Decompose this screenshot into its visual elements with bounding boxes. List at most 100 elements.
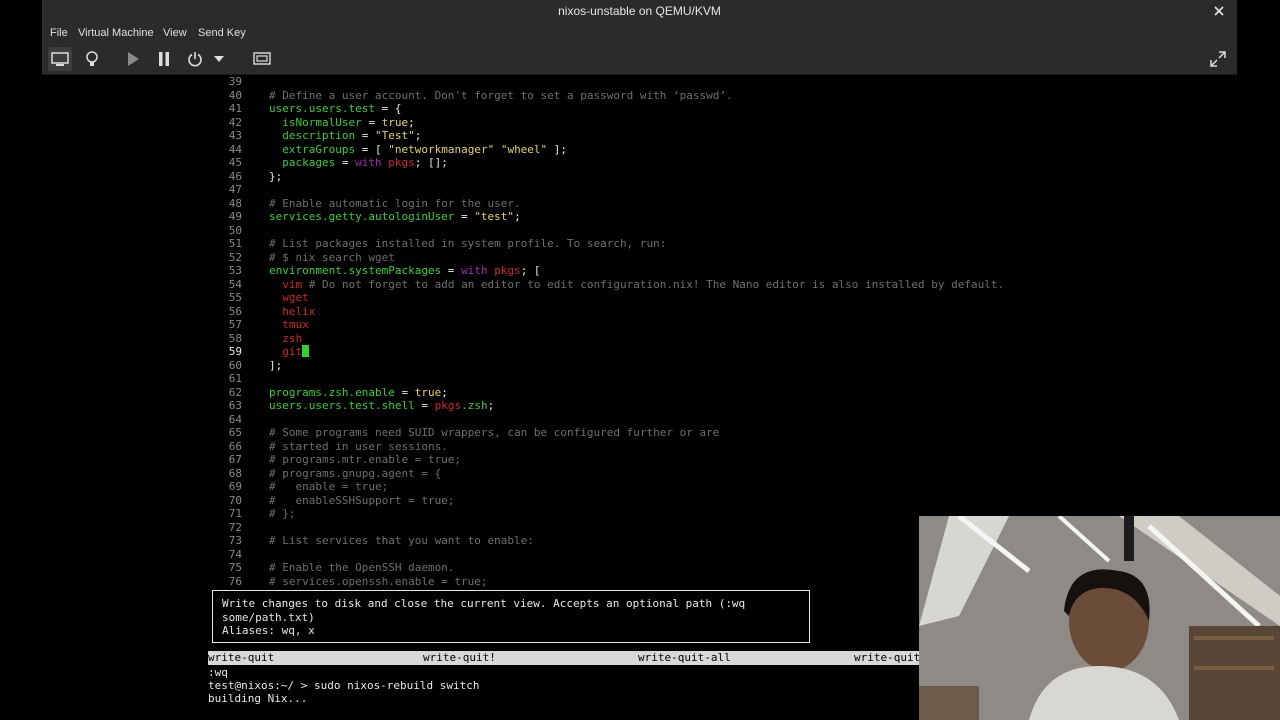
code-token: = { [374, 102, 402, 115]
code-token: }; [269, 169, 283, 183]
line-number: 63 [228, 399, 242, 412]
webcam-image [919, 516, 1280, 720]
editor-line[interactable]: 67 # programs.mtr.enable = true; [42, 453, 1237, 466]
editor-line[interactable]: 52 # $ nix search wget [42, 251, 1237, 264]
completion-item[interactable]: write-quit-all [638, 651, 731, 665]
editor-line[interactable]: 43 description = "Test"; [42, 129, 1237, 142]
line-code: # List services that you want to enable: [269, 534, 534, 547]
editor-line[interactable]: 51 # List packages installed in system pr… [42, 237, 1237, 250]
dropdown-arrow-icon[interactable] [212, 47, 226, 71]
editor-line[interactable]: 63 users.users.test.shell = pkgs.zsh; [42, 399, 1237, 412]
line-code: environment.systemPackages = with pkgs; … [269, 264, 541, 277]
code-token: vim [282, 277, 303, 291]
line-number: 43 [228, 129, 242, 142]
fullscreen-icon[interactable] [1206, 47, 1230, 71]
editor-line[interactable]: 40 # Define a user account. Don't forget … [42, 89, 1237, 102]
editor-line[interactable]: 55 wget [42, 291, 1237, 304]
text-cursor [302, 345, 310, 357]
line-number: 41 [228, 102, 242, 115]
help-text-line: some/path.txt) [222, 610, 315, 624]
line-code: helix [269, 305, 315, 318]
line-code: # services.openssh.enable = true; [269, 575, 488, 588]
editor-line[interactable]: 48 # Enable automatic login for the user. [42, 197, 1237, 210]
line-number: 47 [228, 183, 242, 196]
code-token: # Enable automatic login for the user. [269, 196, 521, 210]
completion-item[interactable]: write-quit [208, 651, 274, 665]
editor-line[interactable]: 68 # programs.gnupg.agent = { [42, 467, 1237, 480]
editor-line[interactable]: 39 [42, 75, 1237, 88]
editor-line[interactable]: 42 isNormalUser = true; [42, 116, 1237, 129]
editor-line[interactable]: 44 extraGroups = [ "networkmanager" "whe… [42, 143, 1237, 156]
code-token: ]; [269, 358, 283, 372]
editor-line[interactable]: 50 [42, 224, 1237, 237]
line-code: # Some programs need SUID wrappers, can … [269, 426, 719, 439]
code-token: = [ [355, 142, 389, 156]
line-number: 67 [228, 453, 242, 466]
editor-line[interactable]: 45 packages = with pkgs; []; [42, 156, 1237, 169]
editor-line[interactable]: 54 vim # Do not forget to add an editor … [42, 278, 1237, 291]
editor-line[interactable]: 41 users.users.test = { [42, 102, 1237, 115]
code-token: helix [282, 304, 316, 318]
editor-line[interactable]: 70 # enableSSHSupport = true; [42, 494, 1237, 507]
editor-line[interactable]: 60]; [42, 359, 1237, 372]
editor-line[interactable]: 64 [42, 413, 1237, 426]
editor-line[interactable]: 49 services.getty.autologinUser = "test"; [42, 210, 1237, 223]
code-token: with [461, 264, 488, 277]
line-number: 68 [228, 466, 242, 480]
editor-line[interactable]: 56 helix [42, 305, 1237, 318]
line-code: # }; [269, 507, 296, 520]
line-number: 42 [228, 115, 242, 129]
code-token: git [282, 345, 303, 358]
menu-send-key[interactable]: Send Key [198, 22, 246, 44]
editor-line[interactable]: 61 [42, 372, 1237, 385]
menu-virtual-machine[interactable]: Virtual Machine [78, 22, 154, 44]
editor-line[interactable]: 57 tmux [42, 318, 1237, 331]
menu-view[interactable]: View [163, 22, 187, 44]
command-help-popup: Write changes to disk and close the curr… [212, 590, 810, 643]
code-token: # enable = true; [269, 480, 389, 493]
line-number: 69 [228, 480, 242, 493]
code-token: = [414, 399, 435, 412]
editor-line[interactable]: 53 environment.systemPackages = with pkgs… [42, 264, 1237, 277]
code-token: # List services that you want to enable: [269, 534, 534, 547]
editor-line[interactable]: 47 [42, 183, 1237, 196]
line-code: git [269, 345, 310, 358]
completion-item[interactable]: write-quit [854, 651, 920, 665]
screen-icon[interactable] [250, 47, 274, 71]
help-aliases: Aliases: wq, x [222, 624, 315, 637]
code-token: description [282, 129, 356, 142]
menu-file[interactable]: File [50, 22, 68, 44]
line-code: users.users.test.shell = pkgs.zsh; [269, 399, 494, 412]
editor-line[interactable]: 66 # started in user sessions. [42, 440, 1237, 453]
line-number: 76 [228, 574, 242, 588]
line-number: 60 [228, 358, 242, 372]
play-icon[interactable] [121, 47, 145, 71]
editor-line[interactable]: 62 programs.zsh.enable = true; [42, 386, 1237, 399]
menu-bar: File Virtual Machine View Send Key [42, 22, 1237, 44]
editor-line[interactable]: 46}; [42, 170, 1237, 183]
pause-icon[interactable] [152, 47, 176, 71]
code-token: ; [487, 399, 495, 412]
code-token: packages [282, 156, 336, 169]
editor-line[interactable]: 59 git [42, 345, 1237, 358]
line-code: # started in user sessions. [269, 440, 448, 453]
lightbulb-icon[interactable] [80, 47, 104, 71]
command-line[interactable]: :wq [208, 666, 228, 679]
editor-line[interactable]: 58 zsh [42, 332, 1237, 345]
code-token: # Enable the OpenSSH daemon. [269, 561, 455, 574]
completion-item[interactable]: write-quit! [423, 651, 496, 665]
monitor-icon[interactable] [48, 47, 72, 71]
close-icon[interactable] [1211, 0, 1227, 22]
editor-line[interactable]: 65 # Some programs need SUID wrappers, ca… [42, 426, 1237, 439]
line-number: 64 [228, 412, 242, 426]
power-icon[interactable] [183, 47, 207, 71]
line-code: programs.zsh.enable = true; [269, 386, 448, 399]
line-number: 57 [228, 318, 242, 331]
editor-line[interactable]: 69 # enable = true; [42, 480, 1237, 493]
shell-output: building Nix... [208, 692, 308, 705]
